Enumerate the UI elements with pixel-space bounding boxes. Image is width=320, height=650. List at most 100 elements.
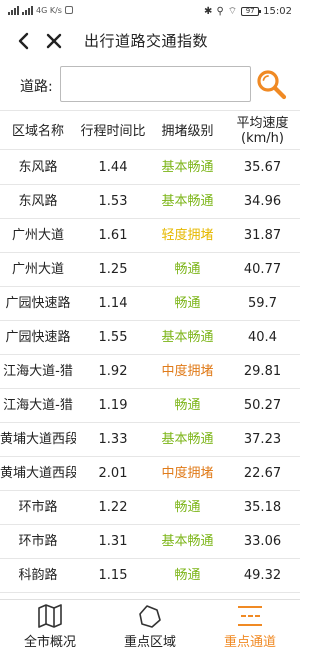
table-row[interactable]: 黄埔大道西段 1.33 基本畅通 37.23 — [0, 423, 300, 457]
cell-congestion-level: 畅通 — [174, 296, 201, 311]
cell-congestion-level: 畅通 — [174, 398, 201, 413]
cell-average-speed: 49.32 — [243, 568, 282, 583]
cell-congestion-level: 畅通 — [174, 500, 201, 515]
search-row: 道路: — [0, 66, 300, 104]
average-speed-unit: (km/h) — [241, 131, 284, 146]
cell-area-name: 江海大道-猎 — [3, 398, 73, 413]
nav-label-city-overview: 全市概况 — [23, 635, 76, 650]
cell-average-speed: 50.27 — [243, 398, 282, 413]
nav-item-key-areas[interactable]: 重点区域 — [100, 600, 200, 650]
cell-congestion-level: 畅通 — [174, 262, 201, 277]
location-icon: ⚲ — [216, 6, 224, 17]
map-icon — [38, 604, 62, 628]
cell-congestion-level: 基本畅通 — [161, 330, 214, 345]
cell-travel-time-ratio: 1.15 — [98, 568, 128, 583]
cell-travel-time-ratio: 2.01 — [98, 466, 128, 481]
status-bar: 4G K/s ✱ ⚲ ⌔ 97 15:02 — [0, 0, 300, 24]
cell-area-name: 黄埔大道西段 — [0, 432, 76, 447]
cell-area-name: 东风路 — [18, 160, 58, 175]
traffic-table-body: 东风路 1.44 基本畅通 35.67 东风路 1.53 基本畅通 34.96 广州大道 1.61… — [0, 151, 300, 593]
table-row[interactable]: 东风路 1.53 基本畅通 34.96 — [0, 185, 300, 219]
table-row[interactable]: 江海大道-猎 1.19 畅通 50.27 — [0, 389, 300, 423]
nav-label-key-areas: 重点区域 — [123, 635, 176, 650]
table-row[interactable]: 广园快速路 1.55 基本畅通 40.4 — [0, 321, 300, 355]
battery-icon: 97 — [241, 7, 262, 16]
signal-icon-2 — [22, 5, 33, 15]
cell-congestion-level: 中度拥堵 — [161, 364, 214, 379]
table-row[interactable]: 黄埔大道西段 2.01 中度拥堵 22.67 — [0, 457, 300, 491]
nav-label-key-corridors: 重点通道 — [223, 635, 276, 650]
cell-congestion-level: 畅通 — [174, 568, 201, 583]
clock: 15:02 — [263, 6, 292, 17]
nav-item-key-corridors[interactable]: 重点通道 — [200, 600, 300, 650]
table-row[interactable]: 科韵路 1.15 畅通 49.32 — [0, 559, 300, 593]
close-icon[interactable] — [44, 31, 64, 51]
cell-average-speed: 29.81 — [243, 364, 282, 379]
table-row[interactable]: 环市路 1.22 畅通 35.18 — [0, 491, 300, 525]
cell-congestion-level: 轻度拥堵 — [161, 228, 214, 243]
bottom-nav: 全市概况 重点区域 重点通道 — [0, 599, 300, 650]
cell-travel-time-ratio: 1.92 — [98, 364, 128, 379]
cell-area-name: 广州大道 — [11, 262, 64, 277]
cell-travel-time-ratio: 1.31 — [98, 534, 128, 549]
cell-average-speed: 31.87 — [243, 228, 282, 243]
cell-travel-time-ratio: 1.61 — [98, 228, 128, 243]
cell-average-speed: 35.18 — [243, 500, 282, 515]
cell-travel-time-ratio: 1.25 — [98, 262, 128, 277]
cell-average-speed: 34.96 — [243, 194, 282, 209]
column-header-congestion-level: 拥堵级别 — [161, 123, 214, 139]
lanes-icon — [238, 606, 262, 626]
road-search-input[interactable] — [60, 66, 251, 102]
back-icon[interactable] — [14, 31, 34, 51]
cell-congestion-level: 基本畅通 — [161, 160, 214, 175]
page-title: 出行道路交通指数 — [84, 32, 209, 50]
nav-item-city-overview[interactable]: 全市概况 — [0, 600, 100, 650]
table-header: 区域名称 行程时间比 拥堵级别 平均速度 (km/h) — [0, 110, 300, 150]
table-row[interactable]: 江海大道-猎 1.92 中度拥堵 29.81 — [0, 355, 300, 389]
cell-area-name: 环市路 — [18, 534, 58, 549]
column-header-average-speed: 平均速度 (km/h) — [225, 111, 300, 151]
cell-travel-time-ratio: 1.55 — [98, 330, 128, 345]
column-header-area-name: 区域名称 — [11, 123, 64, 139]
status-right: ✱ ⚲ ⌔ 97 15:02 — [204, 5, 292, 18]
table-row[interactable]: 东风路 1.44 基本畅通 35.67 — [0, 151, 300, 185]
pentagon-icon — [139, 605, 161, 628]
cell-average-speed: 35.67 — [243, 160, 282, 175]
network-speed: 4G K/s — [36, 5, 62, 15]
status-left: 4G K/s — [8, 5, 73, 15]
cell-area-name: 广园快速路 — [5, 330, 71, 345]
cell-travel-time-ratio: 1.44 — [98, 160, 128, 175]
column-header-travel-time-ratio: 行程时间比 — [80, 123, 146, 139]
cell-congestion-level: 基本畅通 — [161, 534, 214, 549]
cell-average-speed: 40.77 — [243, 262, 282, 277]
cell-area-name: 科韵路 — [18, 568, 58, 583]
cell-area-name: 环市路 — [18, 500, 58, 515]
cell-congestion-level: 基本畅通 — [161, 432, 214, 447]
average-speed-title: 平均速度 — [236, 116, 289, 131]
bluetooth-icon: ✱ — [204, 6, 213, 17]
cell-travel-time-ratio: 1.53 — [98, 194, 128, 209]
cell-travel-time-ratio: 1.14 — [98, 296, 128, 311]
table-row[interactable]: 广园快速路 1.14 畅通 59.7 — [0, 287, 300, 321]
cell-travel-time-ratio: 1.22 — [98, 500, 128, 515]
cell-area-name: 广园快速路 — [5, 296, 71, 311]
cell-congestion-level: 基本畅通 — [161, 194, 214, 209]
cell-average-speed: 40.4 — [248, 330, 277, 345]
search-icon[interactable] — [255, 68, 287, 100]
cell-area-name: 黄埔大道西段 — [0, 466, 76, 481]
app-bar: 出行道路交通指数 — [0, 24, 300, 58]
cell-area-name: 广州大道 — [11, 228, 64, 243]
cell-travel-time-ratio: 1.33 — [98, 432, 128, 447]
cell-average-speed: 22.67 — [243, 466, 282, 481]
cell-average-speed: 33.06 — [243, 534, 282, 549]
table-row[interactable]: 广州大道 1.25 畅通 40.77 — [0, 253, 300, 287]
cell-average-speed: 37.23 — [243, 432, 282, 447]
cell-area-name: 江海大道-猎 — [3, 364, 73, 379]
cell-average-speed: 59.7 — [248, 296, 277, 311]
signal-icon — [8, 5, 19, 15]
cell-travel-time-ratio: 1.19 — [98, 398, 128, 413]
app-notification-icon — [64, 6, 73, 14]
table-row[interactable]: 环市路 1.31 基本畅通 33.06 — [0, 525, 300, 559]
table-row[interactable]: 广州大道 1.61 轻度拥堵 31.87 — [0, 219, 300, 253]
cell-congestion-level: 中度拥堵 — [161, 466, 214, 481]
